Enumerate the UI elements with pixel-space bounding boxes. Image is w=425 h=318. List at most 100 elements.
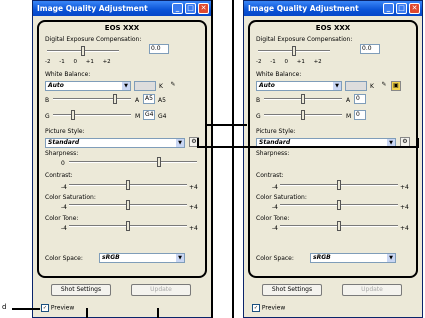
wb-m-label: M [346, 113, 352, 120]
sharpness-slider[interactable] [69, 157, 197, 167]
white-balance-select[interactable]: Auto ▼ [45, 81, 131, 91]
kelvin-label: K [370, 83, 374, 90]
chevron-down-icon: ▼ [122, 82, 130, 90]
preview-checkbox[interactable]: ✓ Preview [252, 304, 285, 312]
exposure-tick: -2 [45, 59, 51, 65]
exposure-slider[interactable] [258, 46, 330, 56]
wb-g-label: G [256, 113, 261, 120]
shot-settings-button[interactable]: Shot Settings [51, 284, 111, 296]
saturation-slider[interactable] [280, 200, 398, 210]
shot-settings-button[interactable]: Shot Settings [262, 284, 322, 296]
tone-min: -4 [272, 225, 278, 232]
wb-gm-slider[interactable] [53, 110, 131, 120]
exposure-value[interactable]: 0.0 [360, 44, 380, 54]
wb-adjust-icon[interactable]: ▣ [391, 81, 401, 91]
maximize-icon[interactable]: □ [396, 3, 407, 14]
color-space-label: Color Space: [45, 255, 83, 262]
sharpness-min: 0 [61, 160, 65, 167]
callout-line [232, 0, 234, 318]
eyedropper-icon[interactable]: ✎ [379, 81, 389, 91]
exposure-tick: +2 [313, 59, 322, 65]
saturation-min: -4 [61, 204, 67, 211]
camera-model: EOS XXX [315, 24, 351, 32]
adjustment-panel: EOS XXX Digital Exposure Compensation: 0… [248, 20, 418, 278]
title-bar[interactable]: Image Quality Adjustment _ □ ✕ [33, 1, 211, 16]
exposure-thumb[interactable] [81, 46, 85, 56]
wb-b-label: B [256, 97, 261, 104]
eyedropper-icon[interactable]: ✎ [168, 81, 178, 91]
minimize-icon[interactable]: _ [383, 3, 394, 14]
picture-style-select[interactable]: Standard ▼ [45, 138, 185, 148]
exposure-slider[interactable] [47, 46, 119, 56]
exposure-tick: 0 [284, 59, 288, 65]
callout-line [207, 124, 247, 126]
kelvin-label: K [159, 83, 163, 90]
callout-line [86, 308, 88, 318]
minimize-icon[interactable]: _ [172, 3, 183, 14]
white-balance-select[interactable]: Auto ▼ [256, 81, 342, 91]
tone-max: +4 [400, 225, 409, 232]
callout-line [197, 138, 199, 148]
tone-slider[interactable] [69, 221, 187, 231]
sharpness-label: Sharpness: [45, 150, 79, 157]
exposure-tick: 0 [73, 59, 77, 65]
exposure-tick: -2 [256, 59, 262, 65]
maximize-icon[interactable]: □ [185, 3, 196, 14]
title-bar[interactable]: Image Quality Adjustment _ □ ✕ [244, 1, 422, 16]
wb-m-label: M [135, 113, 141, 120]
image-quality-window-left: Image Quality Adjustment _ □ ✕ EOS XXX D… [32, 0, 212, 318]
chevron-down-icon: ▼ [387, 254, 395, 262]
saturation-max: +4 [400, 204, 409, 211]
callout-line [12, 308, 40, 310]
contrast-label: Contrast: [256, 172, 284, 179]
camera-model: EOS XXX [104, 24, 140, 32]
color-space-select[interactable]: sRGB ▼ [99, 253, 185, 263]
contrast-slider[interactable] [69, 180, 187, 190]
preview-checkbox[interactable]: ✓ Preview [41, 304, 74, 312]
adjustment-panel: EOS XXX Digital Exposure Compensation: 0… [37, 20, 207, 278]
wb-ba-slider[interactable] [264, 94, 342, 104]
color-space-select[interactable]: sRGB ▼ [310, 253, 396, 263]
close-icon[interactable]: ✕ [198, 3, 209, 14]
contrast-label: Contrast: [45, 172, 73, 179]
close-icon[interactable]: ✕ [409, 3, 420, 14]
image-quality-window-right: Image Quality Adjustment _ □ ✕ EOS XXX D… [243, 0, 423, 318]
callout-line [197, 146, 419, 148]
contrast-min: -4 [272, 184, 278, 191]
callout-line [157, 308, 159, 318]
update-button[interactable]: Update [342, 284, 402, 296]
tone-slider[interactable] [280, 221, 398, 231]
color-space-label: Color Space: [256, 255, 294, 262]
contrast-min: -4 [61, 184, 67, 191]
exposure-tick: -1 [270, 59, 276, 65]
contrast-slider[interactable] [280, 180, 398, 190]
contrast-max: +4 [400, 184, 409, 191]
tone-min: -4 [61, 225, 67, 232]
picture-style-label: Picture Style: [45, 128, 85, 135]
exposure-tick: +1 [296, 59, 305, 65]
update-button[interactable]: Update [131, 284, 191, 296]
exposure-value[interactable]: 0.0 [149, 44, 169, 54]
picture-style-label: Picture Style: [256, 128, 296, 135]
exposure-tick: +1 [85, 59, 94, 65]
wb-m-value[interactable]: 0 [354, 110, 366, 120]
exposure-label: Digital Exposure Compensation: [45, 36, 142, 43]
exposure-tick: +2 [102, 59, 111, 65]
white-balance-label: White Balance: [45, 71, 91, 78]
kelvin-field [134, 81, 156, 91]
window-title: Image Quality Adjustment [248, 4, 359, 13]
saturation-max: +4 [189, 204, 198, 211]
chevron-down-icon: ▼ [176, 254, 184, 262]
kelvin-field [345, 81, 367, 91]
wb-a-value[interactable]: 0 [354, 94, 366, 104]
sharpness-label: Sharpness: [256, 150, 290, 157]
chevron-down-icon: ▼ [333, 82, 341, 90]
wb-m-value[interactable]: G4 [143, 110, 155, 120]
contrast-max: +4 [189, 184, 198, 191]
wb-gm-slider[interactable] [264, 110, 342, 120]
wb-a-value[interactable]: A5 [143, 94, 155, 104]
saturation-slider[interactable] [69, 200, 187, 210]
exposure-tick: -1 [59, 59, 65, 65]
wb-ba-slider[interactable] [53, 94, 131, 104]
callout-label: d [2, 303, 7, 311]
